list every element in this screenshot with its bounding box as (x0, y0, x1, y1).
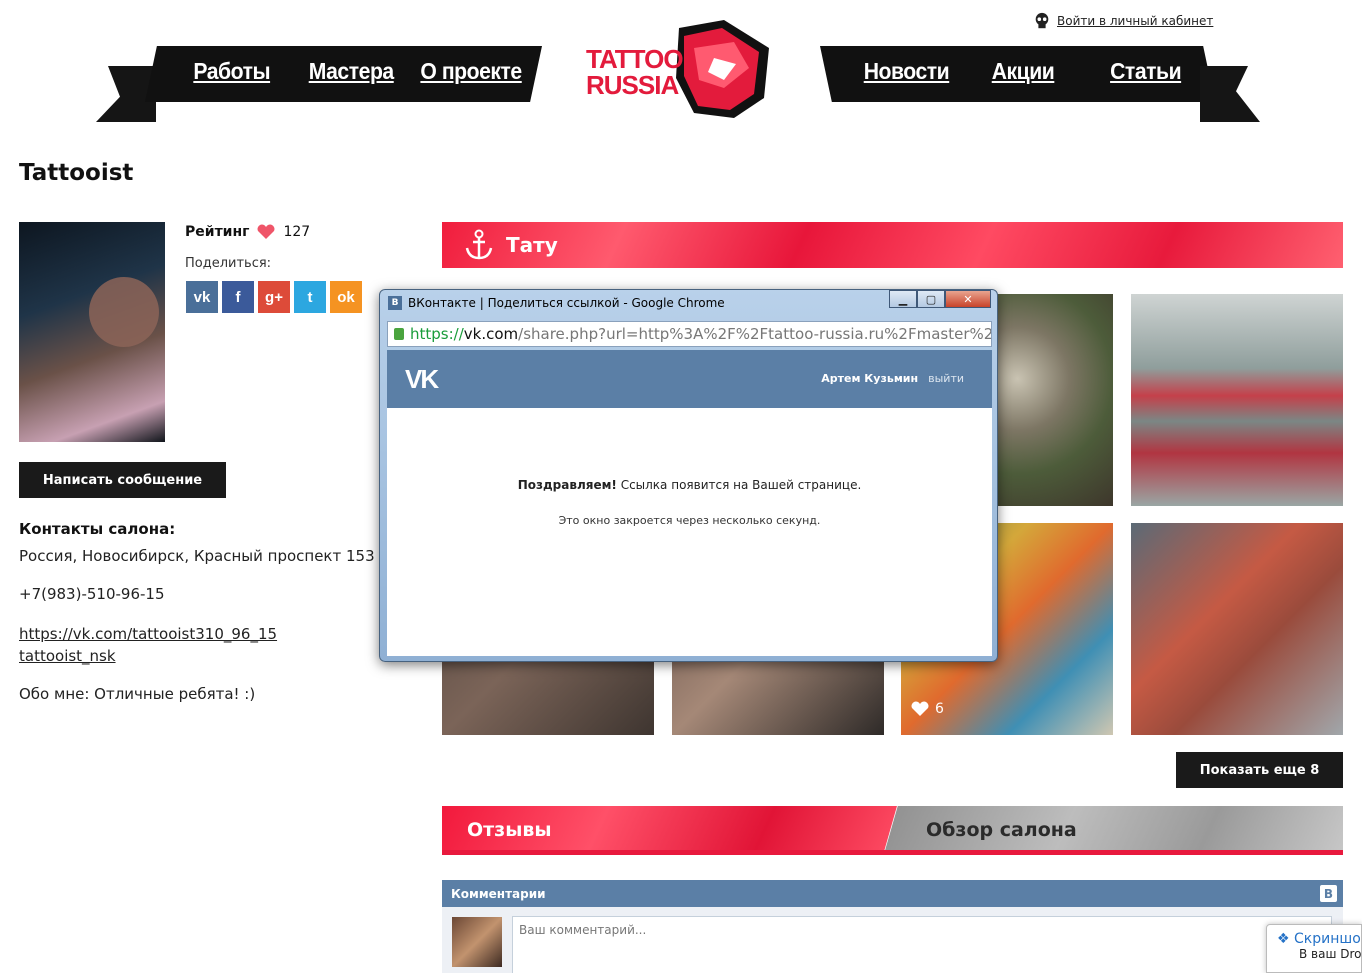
login-link[interactable]: Войти в личный кабинет (1033, 12, 1213, 30)
nav-item-works[interactable]: Работы (193, 58, 270, 85)
congrats-text: Ссылка появится на Вашей странице. (616, 478, 862, 492)
vk-share-icon[interactable]: vk (186, 281, 218, 313)
vk-logo-icon[interactable]: VK (405, 364, 439, 395)
window-controls: ▁ ▢ ✕ (889, 290, 991, 308)
nav-ribbon-right (1200, 66, 1260, 122)
vk-share-popup-window: B ВКонтакте | Поделиться ссылкой - Googl… (379, 289, 998, 662)
vk-share-body: Поздравляем! Ссылка появится на Вашей ст… (387, 408, 992, 656)
vk-badge-icon: В (1320, 885, 1337, 902)
nav-item-masters[interactable]: Мастера (309, 58, 394, 85)
rating-label: Рейтинг (185, 224, 250, 240)
about-text: Обо мне: Отличные ребята! :) (19, 685, 256, 703)
minimize-icon[interactable]: ▁ (889, 290, 917, 308)
congrats-message: Поздравляем! Ссылка появится на Вашей ст… (387, 478, 992, 492)
tattoo-section-banner: Тату (442, 222, 1343, 270)
url-path: /share.php?url=http%3A%2F%2Ftattoo-russi… (518, 325, 992, 343)
salon-phone: +7(983)-510-96-15 (19, 585, 165, 603)
anchor-icon (465, 229, 493, 260)
login-link-label: Войти в личный кабинет (1057, 14, 1214, 28)
tab-salon-overview[interactable]: Обзор салона (884, 806, 1343, 854)
url-scheme: https:// (410, 325, 464, 343)
tabs-divider (442, 850, 1343, 855)
master-avatar (19, 222, 165, 442)
vk-profile-link[interactable]: https://vk.com/tattooist310_96_15 (19, 625, 277, 643)
toast-title: Скриншот (1294, 931, 1362, 947)
comments-title: Комментарии (451, 886, 546, 901)
share-label: Поделиться: (185, 256, 272, 271)
comments-header: Комментарии В (442, 880, 1343, 907)
vk-logout-link[interactable]: выйти (928, 372, 964, 385)
gallery-image[interactable] (1131, 294, 1343, 506)
comment-input[interactable]: Ваш комментарий... (512, 916, 1332, 973)
vk-user-block: Артем Кузьмин выйти (821, 372, 964, 385)
closing-notice: Это окно закроется через несколько секун… (558, 514, 821, 527)
nav-item-articles[interactable]: Статьи (1110, 58, 1182, 85)
contacts-heading: Контакты салона: (19, 520, 176, 538)
lock-icon (394, 328, 404, 340)
tattoo-section-title: Тату (506, 233, 558, 257)
tab-reviews[interactable]: Отзывы (442, 806, 897, 854)
google-plus-share-icon[interactable]: g+ (258, 281, 290, 313)
nav-item-promos[interactable]: Акции (992, 58, 1055, 85)
image-likes: 6 (911, 701, 944, 717)
dropbox-screenshot-toast[interactable]: ❖ Скриншот В ваш Dropbox (1266, 924, 1362, 973)
maximize-icon[interactable]: ▢ (917, 290, 945, 308)
instagram-link[interactable]: tattooist_nsk (19, 647, 116, 665)
close-icon[interactable]: ✕ (945, 290, 991, 308)
page-title: Tattooist (19, 160, 134, 186)
skull-icon (1035, 12, 1049, 29)
show-more-button[interactable]: Показать еще 8 (1176, 752, 1343, 788)
site-logo[interactable]: TATTOO RUSSIA (584, 18, 774, 120)
logo-text-top: TATTOO (586, 44, 684, 74)
toast-subtitle: В ваш Dropbox (1299, 947, 1362, 961)
nav-item-about[interactable]: О проекте (420, 58, 522, 85)
vk-favicon-icon: B (388, 296, 402, 310)
share-buttons: vk f g+ t ok (186, 281, 362, 313)
popup-title: ВКонтакте | Поделиться ссылкой - Google … (408, 296, 725, 310)
facebook-share-icon[interactable]: f (222, 281, 254, 313)
odnoklassniki-share-icon[interactable]: ok (330, 281, 362, 313)
rating-value: 127 (283, 224, 311, 240)
likes-count: 6 (935, 701, 944, 717)
heart-icon[interactable] (257, 224, 275, 240)
url-host: vk.com (463, 325, 519, 343)
logo-text-bottom: RUSSIA (586, 70, 679, 100)
gallery-image[interactable] (1131, 523, 1343, 735)
vk-header: VK Артем Кузьмин выйти (387, 350, 992, 408)
send-message-button[interactable]: Написать сообщение (19, 462, 226, 498)
nav-item-news[interactable]: Новости (864, 58, 950, 85)
popup-titlebar: B ВКонтакте | Поделиться ссылкой - Googl… (388, 296, 725, 310)
salon-address: Россия, Новосибирск, Красный проспект 15… (19, 547, 390, 565)
dropbox-icon: ❖ (1277, 931, 1290, 947)
congrats-bold: Поздравляем! (517, 478, 617, 492)
rating: Рейтинг 127 (185, 224, 310, 240)
vk-user-name[interactable]: Артем Кузьмин (821, 372, 918, 385)
address-bar[interactable]: https://vk.com/share.php?url=http%3A%2F%… (387, 321, 992, 347)
commenter-avatar (452, 917, 502, 967)
twitter-share-icon[interactable]: t (294, 281, 326, 313)
heart-icon[interactable] (911, 701, 929, 717)
